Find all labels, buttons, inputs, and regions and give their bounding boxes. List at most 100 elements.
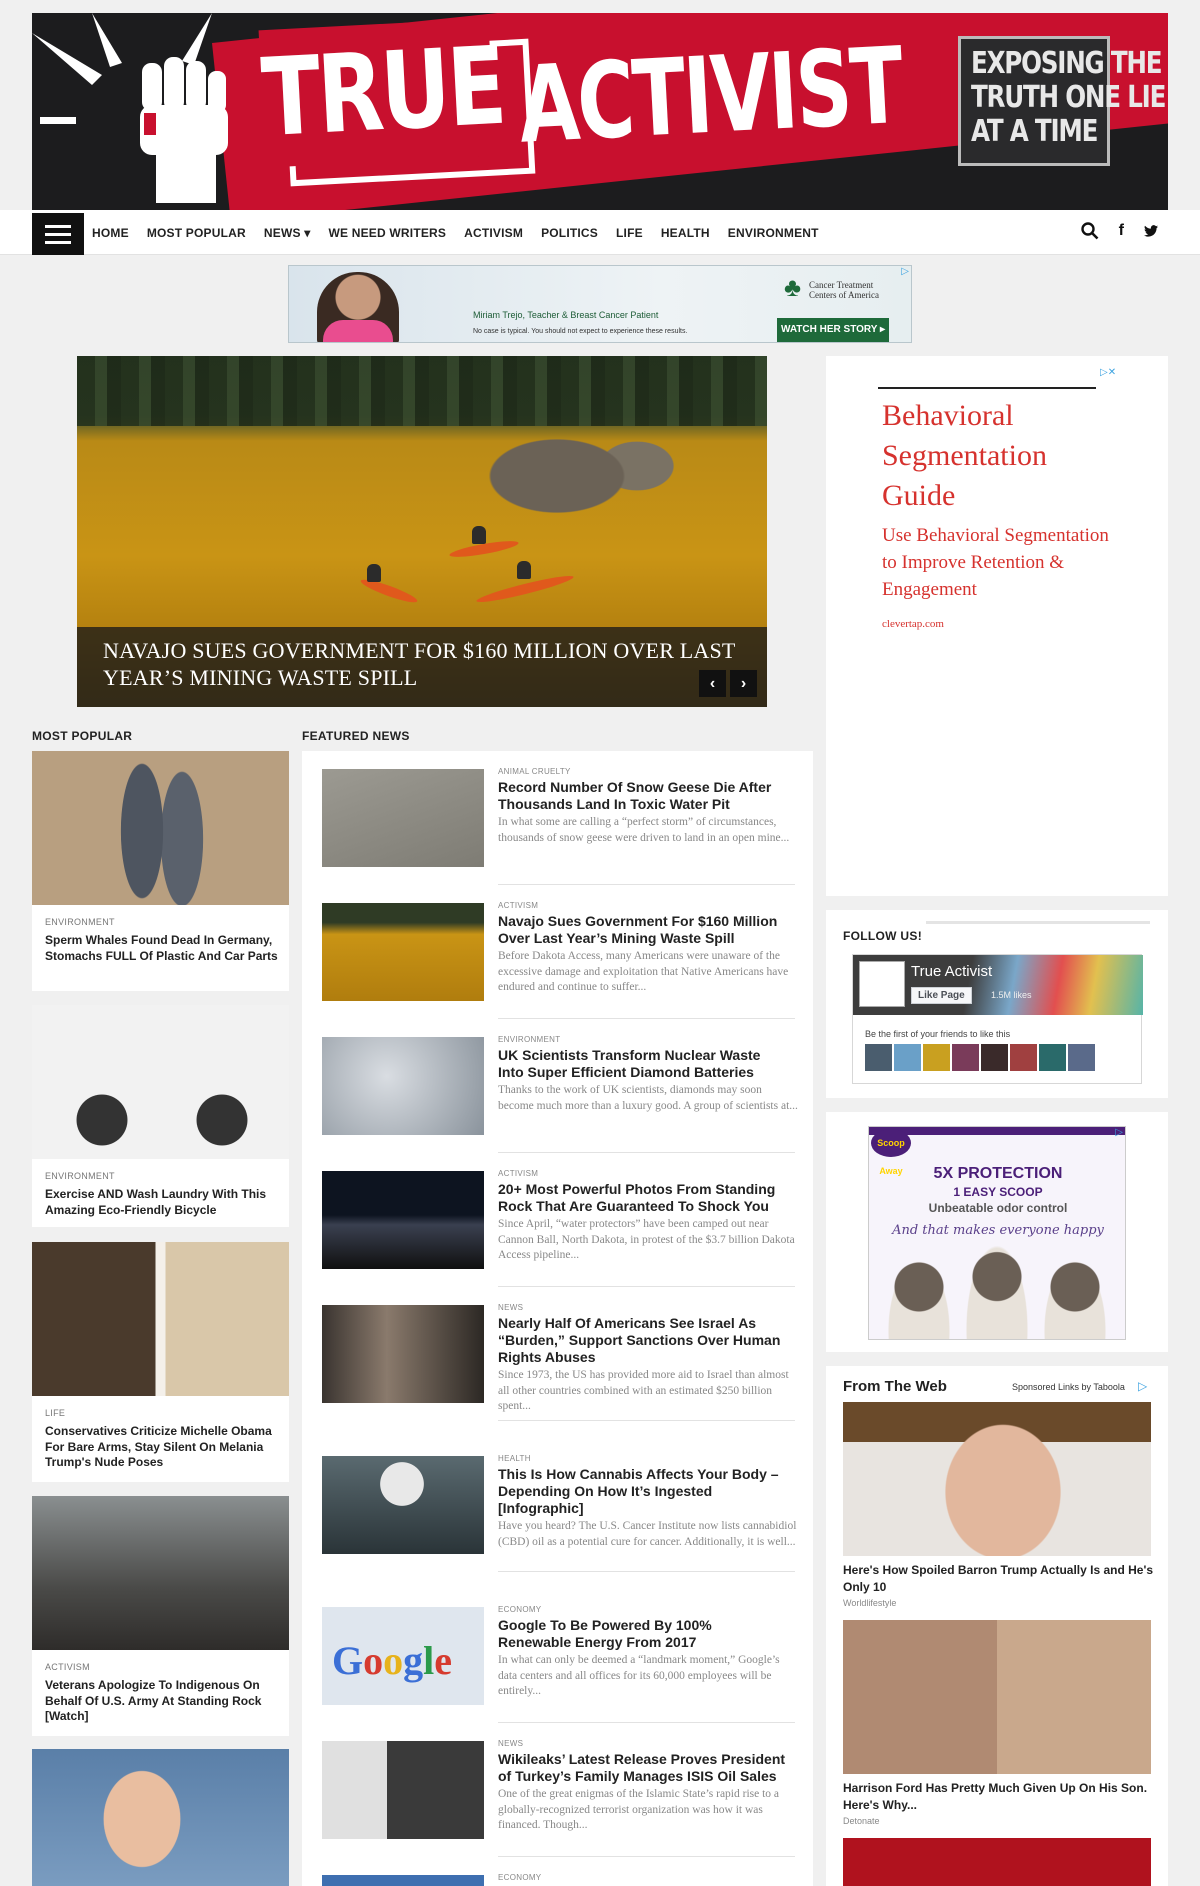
ad-subtitle[interactable]: Use Behavioral Segmentation to Improve R… — [882, 522, 1122, 603]
article-category[interactable]: NEWS — [498, 1303, 523, 1312]
nav-item-most-popular[interactable]: MOST POPULAR — [147, 226, 246, 240]
article-thumbnail[interactable] — [322, 1456, 484, 1554]
article-thumbnail[interactable] — [322, 1741, 484, 1839]
nav-item-politics[interactable]: POLITICS — [541, 226, 598, 240]
card-category[interactable]: ENVIRONMENT — [45, 917, 115, 927]
article-thumbnail[interactable] — [322, 1171, 484, 1269]
article-thumbnail[interactable]: Google — [322, 1607, 484, 1705]
card-title[interactable]: Exercise AND Wash Laundry With This Amaz… — [45, 1187, 279, 1218]
article-category[interactable]: ANIMAL CRUELTY — [498, 767, 571, 776]
article-category[interactable]: ECONOMY — [498, 1873, 541, 1882]
card-image[interactable] — [32, 1496, 289, 1650]
nav-item-environment[interactable]: ENVIRONMENT — [728, 226, 819, 240]
list-item[interactable]: ENVIRONMENT UK Scientists Transform Nucl… — [320, 1019, 798, 1153]
adchoices-icon[interactable]: ▷✕ — [1100, 367, 1116, 378]
fw-item-image[interactable] — [843, 1402, 1151, 1556]
fb-page-name[interactable]: True Activist — [911, 963, 992, 980]
most-popular-card[interactable] — [32, 1749, 289, 1886]
nav-item-health[interactable]: HEALTH — [661, 226, 710, 240]
article-category[interactable]: ACTIVISM — [498, 901, 538, 910]
facebook-page-widget[interactable]: True Activist Like Page 1.5M likes Be th… — [852, 954, 1143, 1084]
article-category[interactable]: NEWS — [498, 1739, 523, 1748]
list-item[interactable]: NEWS Nearly Half Of Americans See Israel… — [320, 1287, 797, 1421]
adchoices-icon[interactable]: ▷ — [1115, 1127, 1123, 1138]
avatar[interactable] — [865, 1044, 892, 1071]
logo-activist[interactable]: ACTIVIST — [516, 26, 904, 167]
most-popular-card[interactable]: ENVIRONMENT Sperm Whales Found Dead In G… — [32, 751, 289, 991]
nav-item-activism[interactable]: ACTIVISM — [464, 226, 523, 240]
avatar[interactable] — [952, 1044, 979, 1071]
article-category[interactable]: ECONOMY — [498, 1605, 541, 1614]
most-popular-card[interactable]: LIFE Conservatives Criticize Michelle Ob… — [32, 1242, 289, 1482]
avatar[interactable] — [894, 1044, 921, 1071]
article-title[interactable]: Navajo Sues Government For $160 Million … — [498, 913, 788, 947]
fw-item-title[interactable]: Harrison Ford Has Pretty Much Given Up O… — [843, 1780, 1153, 1814]
logo-true[interactable]: TRUE — [258, 18, 507, 168]
card-category[interactable]: LIFE — [45, 1408, 65, 1418]
sponsored-label[interactable]: Sponsored Links by Taboola — [1012, 1382, 1125, 1392]
article-thumbnail[interactable] — [322, 1875, 484, 1886]
card-image[interactable] — [32, 1749, 289, 1886]
card-image[interactable] — [32, 751, 289, 905]
article-category[interactable]: ENVIRONMENT — [498, 1035, 560, 1044]
hero-slider[interactable]: NAVAJO SUES GOVERNMENT FOR $160 MILLION … — [77, 356, 767, 707]
adchoices-icon[interactable]: ▷ — [901, 266, 909, 277]
article-title[interactable]: Google To Be Powered By 100% Renewable E… — [498, 1617, 788, 1651]
list-item[interactable]: NEWS Wikileaks’ Latest Release Proves Pr… — [320, 1723, 797, 1857]
watch-her-story-button[interactable]: WATCH HER STORY ▸ — [777, 318, 889, 342]
list-item[interactable]: ACTIVISM Navajo Sues Government For $160… — [320, 885, 797, 1019]
adchoices-icon[interactable]: ▷ — [1138, 1379, 1147, 1393]
fw-item-title[interactable]: Here's How Spoiled Barron Trump Actually… — [843, 1562, 1153, 1596]
avatar[interactable] — [981, 1044, 1008, 1071]
cat-litter-ad[interactable]: Scoop Away ▷ 5X PROTECTION 1 EASY SCOOP … — [868, 1126, 1126, 1340]
article-title[interactable]: UK Scientists Transform Nuclear Waste In… — [498, 1047, 788, 1081]
fb-like-page-button[interactable]: Like Page — [911, 987, 972, 1004]
card-title[interactable]: Conservatives Criticize Michelle Obama F… — [45, 1424, 279, 1471]
ad-source[interactable]: clevertap.com — [882, 618, 944, 630]
list-item[interactable]: ACTIVISM 20+ Most Powerful Photos From S… — [320, 1153, 797, 1287]
list-item[interactable]: ECONOMY — [320, 1857, 797, 1886]
article-title[interactable]: Record Number Of Snow Geese Die After Th… — [498, 779, 788, 813]
most-popular-card[interactable]: ENVIRONMENT Exercise AND Wash Laundry Wi… — [32, 1005, 289, 1227]
fw-item-image[interactable] — [843, 1838, 1151, 1886]
card-category[interactable]: ACTIVISM — [45, 1662, 90, 1672]
fw-item-image[interactable] — [843, 1620, 1151, 1774]
top-banner-ad[interactable]: Miriam Trejo, Teacher & Breast Cancer Pa… — [288, 265, 912, 343]
article-title[interactable]: 20+ Most Powerful Photos From Standing R… — [498, 1181, 788, 1215]
twitter-icon[interactable] — [1144, 225, 1158, 237]
article-thumbnail[interactable] — [322, 1037, 484, 1135]
card-title[interactable]: Veterans Apologize To Indigenous On Beha… — [45, 1678, 279, 1725]
card-image[interactable] — [32, 1242, 289, 1396]
nav-item-news[interactable]: NEWS ▾ — [264, 226, 311, 240]
hero-title[interactable]: NAVAJO SUES GOVERNMENT FOR $160 MILLION … — [103, 637, 743, 691]
card-image[interactable] — [32, 1005, 289, 1159]
list-item[interactable]: HEALTH This Is How Cannabis Affects Your… — [320, 1438, 797, 1572]
article-title[interactable]: Wikileaks’ Latest Release Proves Preside… — [498, 1751, 788, 1785]
avatar[interactable] — [1039, 1044, 1066, 1071]
article-thumbnail[interactable] — [322, 903, 484, 1001]
article-title[interactable]: Nearly Half Of Americans See Israel As “… — [498, 1315, 788, 1366]
list-item[interactable]: ANIMAL CRUELTY Record Number Of Snow Gee… — [320, 751, 797, 885]
sidebar-ad-clevertap[interactable]: ▷✕ Behavioral Segmentation Guide Use Beh… — [826, 356, 1168, 896]
nav-item-home[interactable]: HOME — [92, 226, 129, 240]
menu-icon[interactable] — [32, 213, 84, 255]
next-slide-button[interactable]: › — [730, 670, 757, 697]
article-category[interactable]: HEALTH — [498, 1454, 531, 1463]
most-popular-card[interactable]: ACTIVISM Veterans Apologize To Indigenou… — [32, 1496, 289, 1736]
article-thumbnail[interactable] — [322, 1305, 484, 1403]
avatar[interactable] — [1068, 1044, 1095, 1071]
list-item[interactable]: Google ECONOMY Google To Be Powered By 1… — [320, 1589, 797, 1723]
search-icon[interactable] — [1080, 222, 1099, 240]
ad-title[interactable]: Behavioral Segmentation Guide — [882, 396, 1122, 516]
article-thumbnail[interactable] — [322, 769, 484, 867]
nav-item-we-need-writers[interactable]: WE NEED WRITERS — [328, 226, 446, 240]
card-title[interactable]: Sperm Whales Found Dead In Germany, Stom… — [45, 933, 279, 964]
sidebar-ad-scoop-away[interactable]: Scoop Away ▷ 5X PROTECTION 1 EASY SCOOP … — [826, 1112, 1168, 1352]
avatar[interactable] — [923, 1044, 950, 1071]
fb-page-logo[interactable] — [859, 961, 905, 1007]
article-title[interactable]: This Is How Cannabis Affects Your Body –… — [498, 1466, 788, 1517]
prev-slide-button[interactable]: ‹ — [699, 670, 726, 697]
avatar[interactable] — [1010, 1044, 1037, 1071]
facebook-icon[interactable]: f — [1119, 222, 1124, 240]
card-category[interactable]: ENVIRONMENT — [45, 1171, 115, 1181]
